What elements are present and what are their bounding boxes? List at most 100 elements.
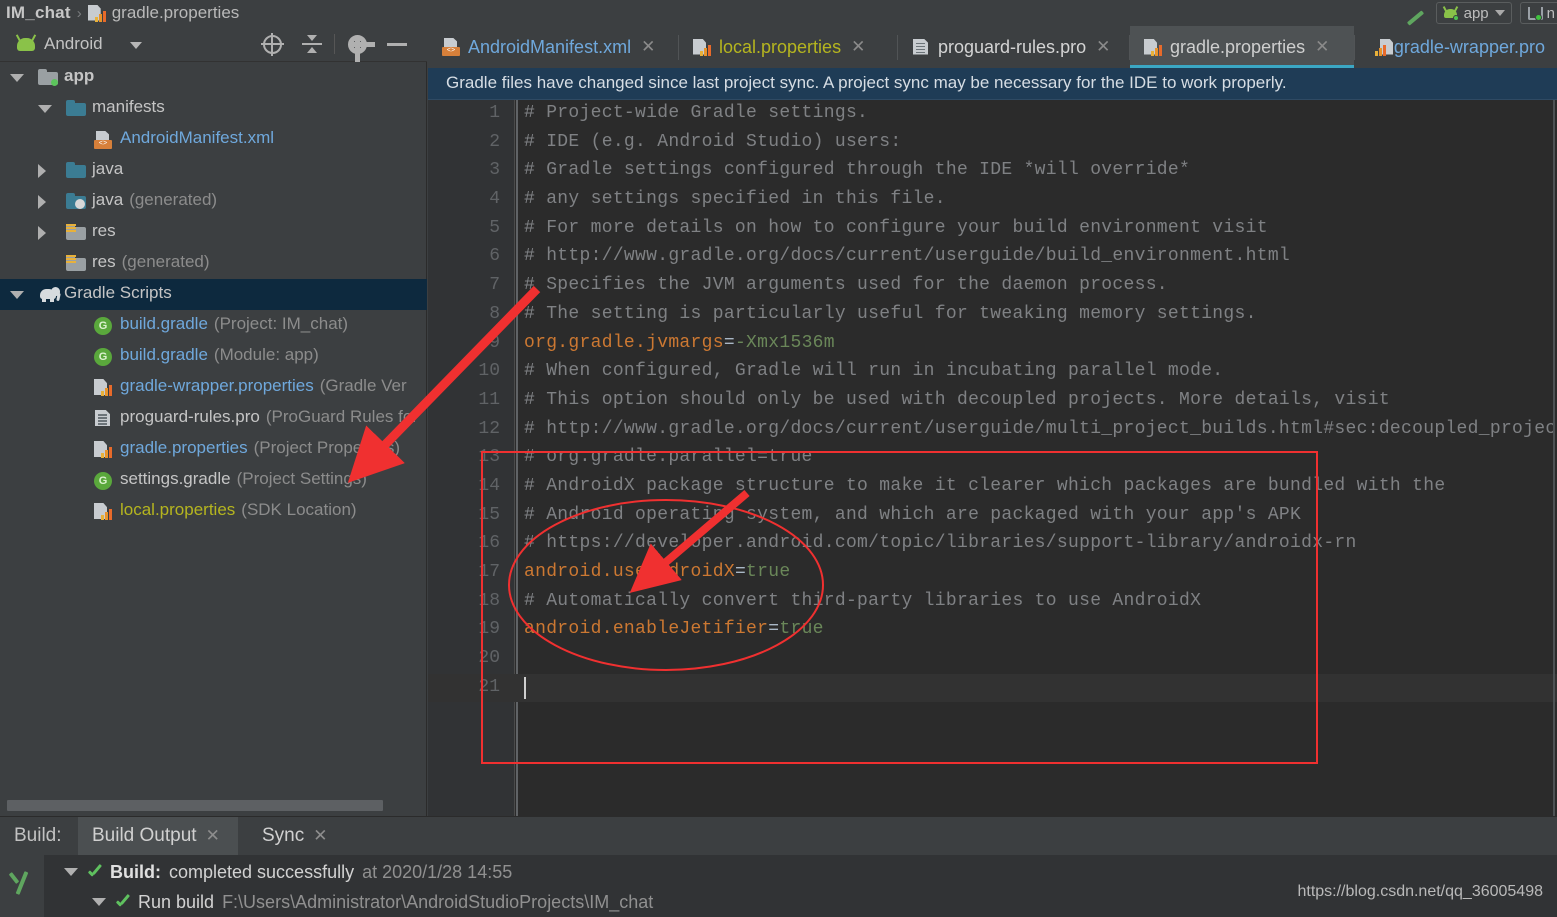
module-selector[interactable]: app [1435, 2, 1512, 24]
collapse-all-icon[interactable] [292, 26, 332, 62]
folder-res-icon [66, 255, 86, 271]
tree-item-res[interactable]: res [0, 217, 427, 248]
tree-item-label: gradle-wrapper.properties [120, 376, 314, 395]
tree-item-label: gradle.properties [120, 438, 248, 457]
code-line[interactable]: 16 # https://developer.android.com/topic/… [428, 530, 1557, 559]
code-line[interactable]: 19 android.enableJetifier=true [428, 616, 1557, 645]
editor-tab-gradle-properties[interactable]: gradle.properties ✕ [1130, 26, 1354, 68]
code-line[interactable]: 9 org.gradle.jvmargs=-Xmx1536m [428, 330, 1557, 359]
build-tab-build-output[interactable]: Build Output ✕ [78, 817, 238, 855]
close-icon[interactable]: ✕ [851, 37, 865, 57]
code-line[interactable]: 11 # This option should only be used with… [428, 387, 1557, 416]
device-selector[interactable]: n [1519, 2, 1557, 24]
code-line[interactable]: 6 # http://www.gradle.org/docs/current/us… [428, 243, 1557, 272]
chevron-down-icon[interactable] [130, 42, 142, 49]
tree-item-res[interactable]: res (generated) [0, 248, 427, 279]
settings-gear-icon[interactable] [337, 26, 377, 62]
project-tree: app manifests <> AndroidManifest.xml java jav… [0, 62, 427, 798]
gradle-circle-icon: G [94, 472, 112, 490]
code-line[interactable]: 3 # Gradle settings configured through th… [428, 157, 1557, 186]
chevron-down-icon[interactable] [10, 291, 24, 299]
code-line[interactable]: 10 # When configured, Gradle will run in … [428, 358, 1557, 387]
build-output-row[interactable]: Run build F:\Users\Administrator\AndroidS… [44, 887, 653, 917]
code-line[interactable]: 12 # http://www.gradle.org/docs/current/u… [428, 416, 1557, 445]
build-window-label: Build: [14, 825, 62, 846]
line-number: 17 [478, 562, 500, 582]
tree-item-java[interactable]: java (generated) [0, 186, 427, 217]
tree-item-build-gradle[interactable]: Gbuild.gradle (Project: IM_chat) [0, 310, 427, 341]
editor-tab-proguard-rules-pro[interactable]: proguard-rules.pro ✕ [898, 26, 1129, 68]
tree-item-androidmanifest-xml[interactable]: <> AndroidManifest.xml [0, 124, 427, 155]
tree-item-proguard-rules-pro[interactable]: proguard-rules.pro (ProGuard Rules for [0, 403, 427, 434]
line-number: 15 [478, 504, 500, 525]
chevron-down-icon[interactable] [10, 74, 24, 82]
editor-tab-local-properties[interactable]: local.properties ✕ [679, 26, 897, 68]
close-icon[interactable]: ✕ [206, 826, 220, 846]
tree-item-local-properties[interactable]: local.properties (SDK Location) [0, 496, 427, 527]
code-line[interactable]: 1 # Project-wide Gradle settings. [428, 100, 1557, 129]
code-line[interactable]: 18 # Automatically convert third-party li… [428, 588, 1557, 617]
gradle-circle-icon: G [94, 317, 112, 335]
code-token: # IDE (e.g. Android Studio) users: [524, 131, 902, 152]
rerun-arrow-icon[interactable] [10, 871, 34, 895]
breadcrumb-project[interactable]: IM_chat [6, 3, 71, 23]
code-line-text: android.enableJetifier=true [524, 619, 824, 639]
tree-item-java[interactable]: java [0, 155, 427, 186]
build-tab-sync[interactable]: Sync ✕ [248, 817, 340, 855]
project-view-title[interactable]: Android [44, 34, 103, 54]
editor-vertical-scrollbar[interactable] [1553, 100, 1555, 816]
code-token: android.useAndroidX [524, 562, 735, 582]
line-number: 16 [478, 533, 500, 554]
close-icon[interactable]: ✕ [1315, 37, 1329, 57]
code-line[interactable]: 15 # Android operating system, and which … [428, 502, 1557, 531]
editor-tab-gradle-wrapper-pro[interactable]: gradle-wrapper.pro [1366, 26, 1557, 68]
breadcrumb: IM_chat › gradle.properties [6, 0, 239, 26]
code-line[interactable]: 21 [428, 673, 1557, 703]
breadcrumb-file[interactable]: gradle.properties [112, 3, 240, 23]
chevron-right-icon[interactable] [38, 195, 46, 209]
tree-item-label: manifests [92, 97, 165, 116]
tree-item-app[interactable]: app [0, 62, 427, 93]
code-line[interactable]: 5 # For more details on how to configure … [428, 215, 1557, 244]
chevron-down-icon[interactable] [64, 868, 78, 876]
tree-item-gradle-scripts[interactable]: Gradle Scripts [0, 279, 427, 310]
locate-target-icon[interactable] [252, 26, 292, 62]
chevron-right-icon[interactable] [38, 226, 46, 240]
tree-item-sublabel: (Module: app) [213, 345, 319, 364]
project-panel-header: Android [0, 26, 427, 62]
close-icon[interactable]: ✕ [641, 37, 655, 57]
xml-file-icon: <> [94, 131, 112, 149]
close-icon[interactable]: ✕ [313, 826, 327, 846]
line-number: 18 [478, 590, 500, 611]
code-token: # Automatically convert third-party libr… [524, 590, 1202, 611]
chevron-down-icon[interactable] [92, 898, 106, 906]
code-line[interactable]: 13 # org.gradle.parallel=true [428, 444, 1557, 473]
chevron-right-icon[interactable] [38, 164, 46, 178]
tree-item-manifests[interactable]: manifests [0, 93, 427, 124]
tree-item-label: res [92, 252, 116, 271]
build-output-row[interactable]: Build: completed successfully at 2020/1/28… [44, 857, 653, 887]
code-line[interactable]: 17 android.useAndroidX=true [428, 559, 1557, 588]
code-line[interactable]: 4 # any settings specified in this file. [428, 186, 1557, 215]
notification-text: Gradle files have changed since last pro… [446, 73, 1287, 92]
tree-item-build-gradle[interactable]: Gbuild.gradle (Module: app) [0, 341, 427, 372]
scrollbar-thumb[interactable] [7, 800, 383, 811]
tree-item-gradle-properties[interactable]: gradle.properties (Project Properties) [0, 434, 427, 465]
code-line[interactable]: 7 # Specifies the JVM arguments used for … [428, 272, 1557, 301]
line-number: 19 [478, 619, 500, 640]
minimize-icon[interactable] [377, 26, 417, 62]
hammer-icon[interactable] [1402, 2, 1428, 24]
tree-item-label: app [64, 66, 95, 85]
code-editor[interactable]: 1 # Project-wide Gradle settings. 2 # IDE (… [428, 100, 1557, 816]
tree-item-settings-gradle[interactable]: Gsettings.gradle (Project Settings) [0, 465, 427, 496]
chevron-down-icon[interactable] [38, 105, 52, 113]
tree-item-gradle-wrapper-properties[interactable]: gradle-wrapper.properties (Gradle Ver [0, 372, 427, 403]
close-icon[interactable]: ✕ [1096, 37, 1110, 57]
code-line[interactable]: 20 [428, 645, 1557, 674]
code-line[interactable]: 8 # The setting is particularly useful fo… [428, 301, 1557, 330]
code-line[interactable]: 2 # IDE (e.g. Android Studio) users: [428, 129, 1557, 158]
code-line-text: # Automatically convert third-party libr… [524, 591, 1201, 611]
editor-tab-androidmanifest-xml[interactable]: <> AndroidManifest.xml ✕ [428, 26, 678, 68]
code-line[interactable]: 14 # AndroidX package structure to make i… [428, 473, 1557, 502]
project-panel-hscrollbar[interactable] [4, 798, 419, 812]
